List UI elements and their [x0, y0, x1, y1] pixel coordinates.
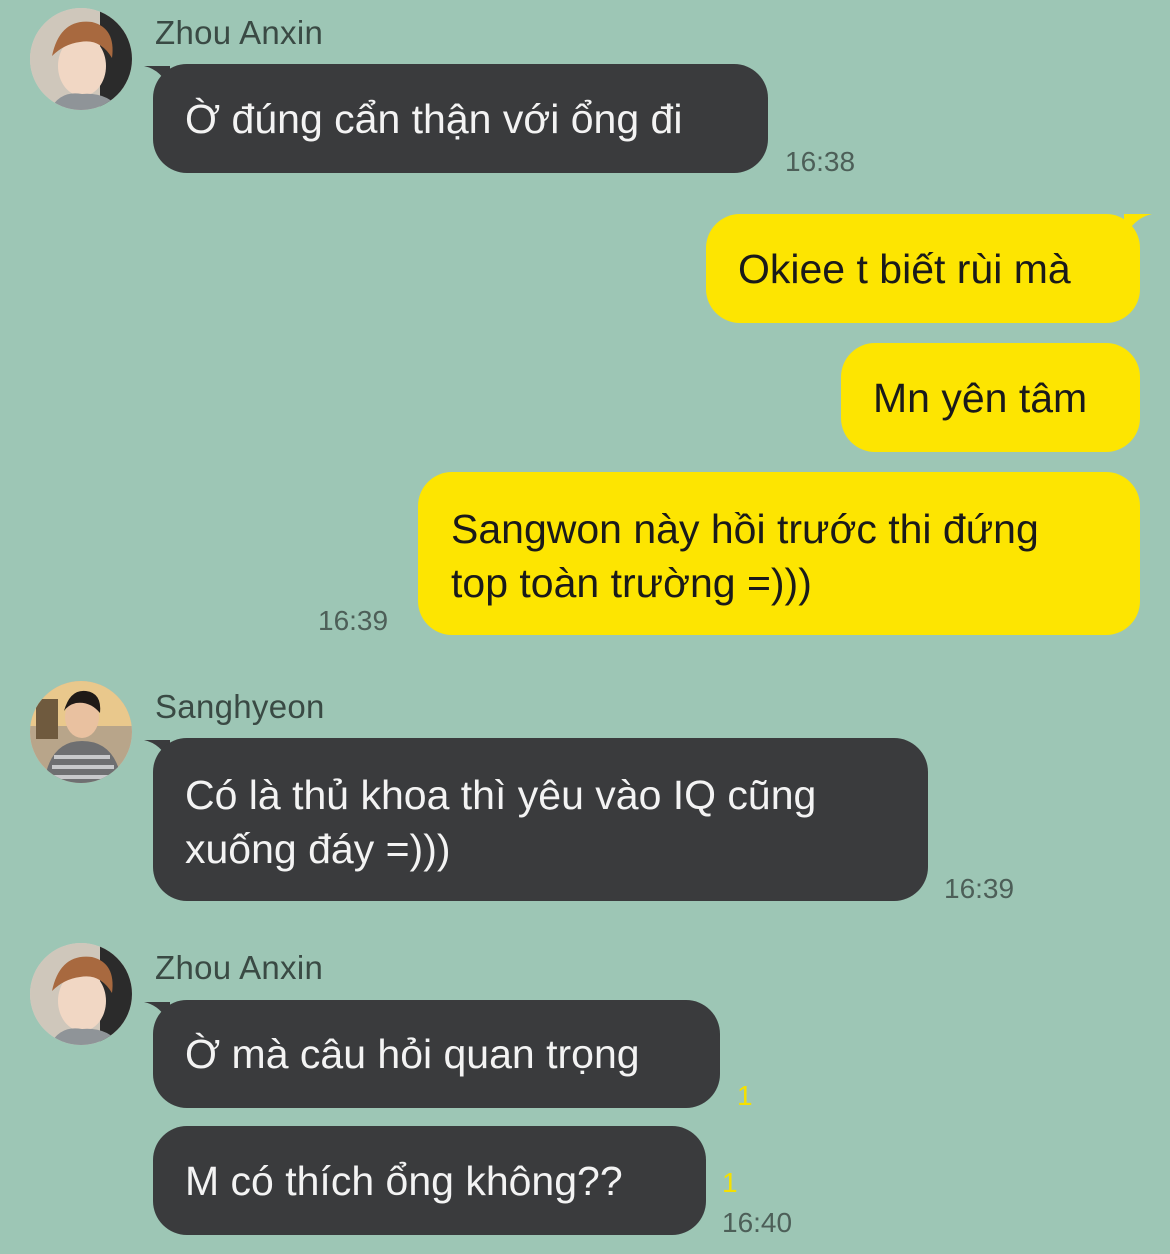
unread-count: 1 [737, 1080, 753, 1111]
message-time: 16:40 [722, 1207, 793, 1238]
message-bubble[interactable]: Ờ đúng cẩn thận với ổng đi [153, 64, 768, 173]
message-time: 16:39 [318, 605, 389, 636]
message-text-line: top toàn trường =))) [451, 560, 812, 606]
profile-photo-icon [30, 8, 132, 110]
message-text: Okiee t biết rùi mà [738, 246, 1071, 292]
message-text: Mn yên tâm [873, 375, 1088, 421]
message-text: Ờ đúng cẩn thận với ổng đi [185, 96, 683, 142]
sender-name: Sanghyeon [155, 688, 325, 725]
message-bubble[interactable]: Ờ mà câu hỏi quan trọng [153, 1000, 720, 1108]
avatar-zhou-anxin[interactable] [30, 943, 132, 1045]
message-bubble[interactable]: Sangwon này hồi trước thi đứng top toàn … [418, 472, 1140, 635]
profile-photo-icon [30, 681, 132, 783]
message-text-line: Có là thủ khoa thì yêu vào IQ cũng [185, 772, 817, 818]
message-text-line: Sangwon này hồi trước thi đứng [451, 506, 1039, 552]
message-text-line: xuống đáy =))) [185, 826, 451, 872]
unread-count: 1 [722, 1167, 738, 1198]
message-time: 16:38 [785, 146, 856, 177]
message-bubble[interactable]: Okiee t biết rùi mà [706, 214, 1140, 323]
profile-photo-icon [30, 943, 132, 1045]
message-text: M có thích ổng không?? [185, 1158, 623, 1204]
message-time: 16:39 [944, 873, 1015, 904]
message-text: Ờ mà câu hỏi quan trọng [185, 1031, 640, 1077]
avatar-zhou-anxin[interactable] [30, 8, 132, 110]
message-bubble[interactable]: Có là thủ khoa thì yêu vào IQ cũng xuống… [153, 738, 928, 901]
avatar-sanghyeon[interactable] [30, 681, 132, 783]
message-bubble[interactable]: M có thích ổng không?? [153, 1126, 706, 1235]
sender-name: Zhou Anxin [155, 14, 324, 51]
sender-name: Zhou Anxin [155, 949, 324, 986]
bubble-tail [1124, 214, 1152, 238]
message-bubble[interactable]: Mn yên tâm [841, 343, 1140, 452]
